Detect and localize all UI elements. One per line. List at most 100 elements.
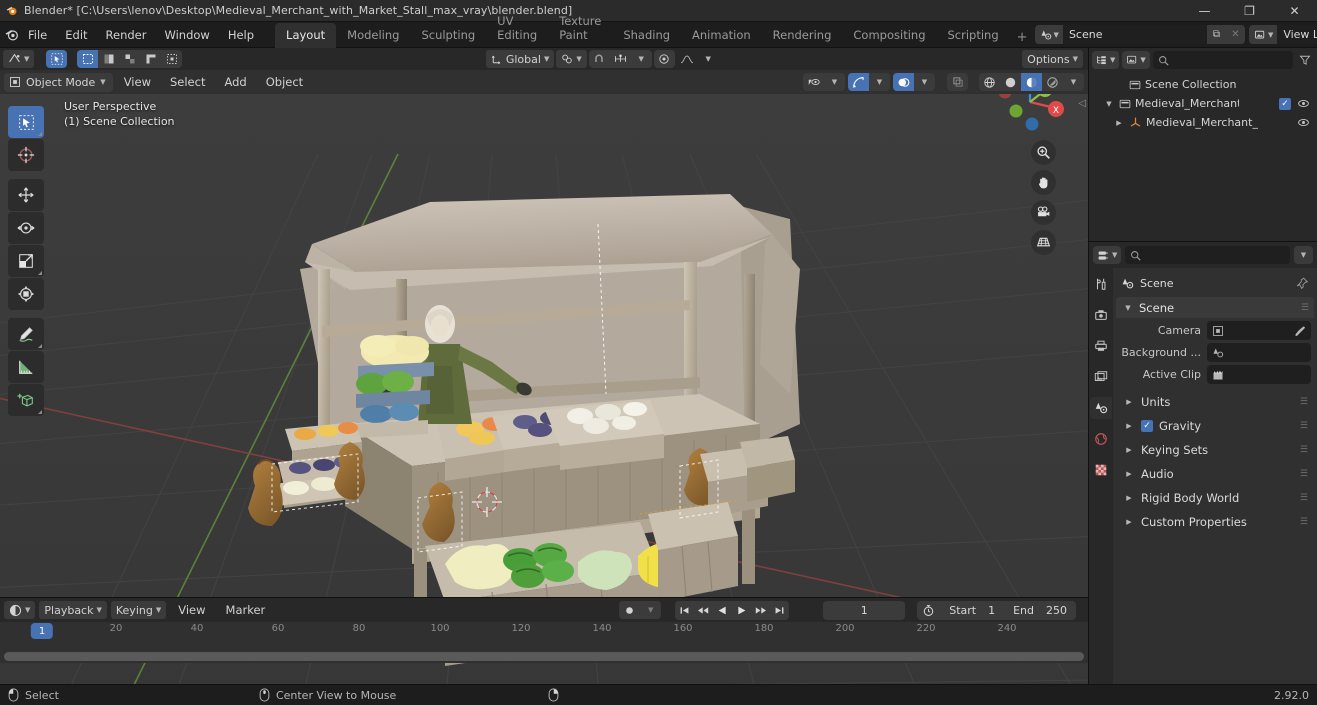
scene-name[interactable]: Scene bbox=[1062, 25, 1207, 44]
jump-to-start-button[interactable] bbox=[675, 601, 694, 620]
prev-keyframe-button[interactable] bbox=[694, 601, 713, 620]
new-scene-button[interactable]: ⧉ bbox=[1206, 25, 1226, 44]
properties-editor[interactable]: ▼ ▼ Scene ▼ Scene ☰ Camera Background ..… bbox=[1088, 241, 1317, 684]
options-button[interactable]: Options ▼ bbox=[1022, 50, 1084, 68]
add-cube-tool[interactable] bbox=[8, 384, 44, 416]
tab-texture[interactable] bbox=[1090, 459, 1112, 481]
rotate-tool[interactable] bbox=[8, 212, 44, 244]
select-extend-icon[interactable] bbox=[119, 50, 140, 68]
proportional-edit-icon[interactable] bbox=[654, 50, 675, 68]
pivot-point-button[interactable]: ▼ bbox=[556, 50, 587, 68]
chevron-down-icon[interactable]: ▼ bbox=[631, 50, 652, 68]
chevron-down-icon[interactable]: ▼ bbox=[698, 50, 719, 68]
viewport-canvas[interactable]: User Perspective (1) Scene Collection bbox=[0, 94, 1088, 684]
view-layer-icon[interactable]: ▼ bbox=[1248, 25, 1278, 44]
scale-tool[interactable] bbox=[8, 245, 44, 277]
timeline-editor[interactable]: ▼ Playback ▼ Keying ▼ View Marker ▼ 1 St… bbox=[0, 597, 1088, 663]
properties-editor-type-button[interactable]: ▼ bbox=[1093, 246, 1122, 264]
eye-icon[interactable] bbox=[1295, 97, 1311, 110]
cursor-tool[interactable] bbox=[8, 139, 44, 171]
add-workspace-button[interactable]: + bbox=[1010, 27, 1035, 48]
snap-increment-icon[interactable] bbox=[610, 50, 631, 68]
close-button[interactable]: ✕ bbox=[1272, 0, 1317, 22]
snapping-group[interactable]: ▼ bbox=[588, 50, 652, 68]
menu-window[interactable]: Window bbox=[155, 25, 218, 45]
pan-hand-icon[interactable] bbox=[1031, 170, 1056, 195]
measure-tool[interactable] bbox=[8, 351, 44, 383]
viewport-menu-select[interactable]: Select bbox=[162, 73, 213, 91]
material-preview-shading-icon[interactable] bbox=[1021, 73, 1042, 91]
camera-icon[interactable] bbox=[1031, 200, 1056, 225]
object-visibility-icon[interactable] bbox=[803, 73, 824, 91]
editor-type-button[interactable]: ▼ bbox=[3, 50, 35, 68]
solid-shading-icon[interactable] bbox=[1000, 73, 1021, 91]
visibility-group[interactable]: ▼ bbox=[803, 73, 845, 91]
camera-value-field[interactable] bbox=[1207, 321, 1311, 340]
chevron-down-icon[interactable]: ▼ bbox=[1063, 73, 1084, 91]
eye-icon[interactable] bbox=[1295, 116, 1311, 129]
select-invert-icon[interactable] bbox=[161, 50, 182, 68]
section-units[interactable]: ▶ Units ☰ bbox=[1116, 390, 1314, 413]
record-icon[interactable] bbox=[619, 601, 640, 619]
tab-layout[interactable]: Layout bbox=[275, 22, 337, 48]
viewport-menu-object[interactable]: Object bbox=[258, 73, 311, 91]
viewport-toolbar[interactable] bbox=[8, 106, 44, 416]
tab-texture-paint[interactable]: Texture Paint bbox=[548, 9, 612, 48]
outliner-row-medieval-object[interactable]: ▶ Medieval_Merchant_ bbox=[1089, 113, 1317, 132]
chevron-down-icon[interactable]: ▼ bbox=[824, 73, 845, 91]
chevron-down-icon[interactable]: ▼ bbox=[869, 73, 890, 91]
tab-uv-editing[interactable]: UV Editing bbox=[486, 9, 548, 48]
sidebar-toggle-icon[interactable]: ◁ bbox=[1078, 98, 1086, 109]
zoom-icon[interactable] bbox=[1031, 140, 1056, 165]
timeline-scrollbar[interactable] bbox=[4, 652, 1084, 661]
filter-icon[interactable] bbox=[1296, 54, 1314, 66]
proportional-editing-group[interactable] bbox=[653, 50, 675, 68]
background-scene-field-row[interactable]: Background ... bbox=[1119, 343, 1311, 362]
timeline-editor-type-button[interactable]: ▼ bbox=[4, 601, 36, 619]
active-clip-field-row[interactable]: Active Clip bbox=[1119, 365, 1311, 384]
show-overlays-icon[interactable] bbox=[893, 73, 914, 91]
outliner-search-input[interactable] bbox=[1152, 51, 1293, 69]
timeline-menu-marker[interactable]: Marker bbox=[218, 601, 274, 619]
outliner-editor-type-button[interactable]: ▼ bbox=[1092, 51, 1120, 69]
next-keyframe-button[interactable] bbox=[751, 601, 770, 620]
select-box-icon[interactable] bbox=[77, 50, 99, 68]
3d-viewport[interactable]: ▼ Global ▼ ▼ ▼ ▼ Options ▼ Object Mode ▼… bbox=[0, 48, 1088, 684]
play-button[interactable] bbox=[732, 601, 751, 620]
transport-controls[interactable] bbox=[675, 600, 790, 620]
transform-orientation-button[interactable]: Global ▼ bbox=[485, 50, 555, 68]
camera-field-row[interactable]: Camera bbox=[1119, 321, 1311, 340]
background-scene-value-field[interactable] bbox=[1207, 343, 1311, 362]
tab-scene[interactable] bbox=[1090, 397, 1112, 419]
tweak-select-icon[interactable] bbox=[46, 50, 68, 68]
start-frame-field[interactable]: Start 1 bbox=[940, 604, 1004, 617]
tab-rendering[interactable]: Rendering bbox=[762, 23, 843, 48]
tab-modeling[interactable]: Modeling bbox=[336, 23, 410, 48]
tab-shading[interactable]: Shading bbox=[612, 23, 681, 48]
rendered-shading-icon[interactable] bbox=[1042, 73, 1063, 91]
outliner-row-scene-collection[interactable]: Scene Collection bbox=[1089, 75, 1317, 94]
end-frame-field[interactable]: End 250 bbox=[1004, 604, 1076, 617]
timeline-menu-view[interactable]: View bbox=[170, 601, 213, 619]
move-tool[interactable] bbox=[8, 179, 44, 211]
shading-mode-group[interactable]: ▼ bbox=[979, 73, 1084, 91]
menu-render[interactable]: Render bbox=[97, 25, 156, 45]
viewport-menu-view[interactable]: View bbox=[116, 73, 159, 91]
viewport-menu-add[interactable]: Add bbox=[216, 73, 254, 91]
section-keying-sets[interactable]: ▶ Keying Sets ☰ bbox=[1116, 438, 1314, 461]
toggle-xray-icon[interactable] bbox=[947, 73, 968, 91]
viewport-nav-buttons[interactable] bbox=[1031, 140, 1056, 255]
tab-world[interactable] bbox=[1090, 428, 1112, 450]
play-reverse-button[interactable] bbox=[713, 601, 732, 620]
timeline-ruler[interactable]: 1 20 40 60 80 100 120 140 160 180 200 22… bbox=[0, 622, 1088, 642]
tab-compositing[interactable]: Compositing bbox=[842, 23, 936, 48]
jump-to-end-button[interactable] bbox=[770, 601, 789, 620]
select-tool-group[interactable] bbox=[46, 50, 68, 68]
properties-content[interactable]: Scene ▼ Scene ☰ Camera Background ... Ac… bbox=[1113, 268, 1317, 684]
wireframe-shading-icon[interactable] bbox=[979, 73, 1000, 91]
properties-options-button[interactable]: ▼ bbox=[1294, 246, 1313, 264]
section-custom-properties[interactable]: ▶ Custom Properties ☰ bbox=[1116, 510, 1314, 533]
chevron-down-icon[interactable]: ▼ bbox=[640, 601, 661, 619]
tree-expander[interactable]: ▼ bbox=[1103, 100, 1115, 108]
menu-file[interactable]: File bbox=[19, 25, 56, 45]
